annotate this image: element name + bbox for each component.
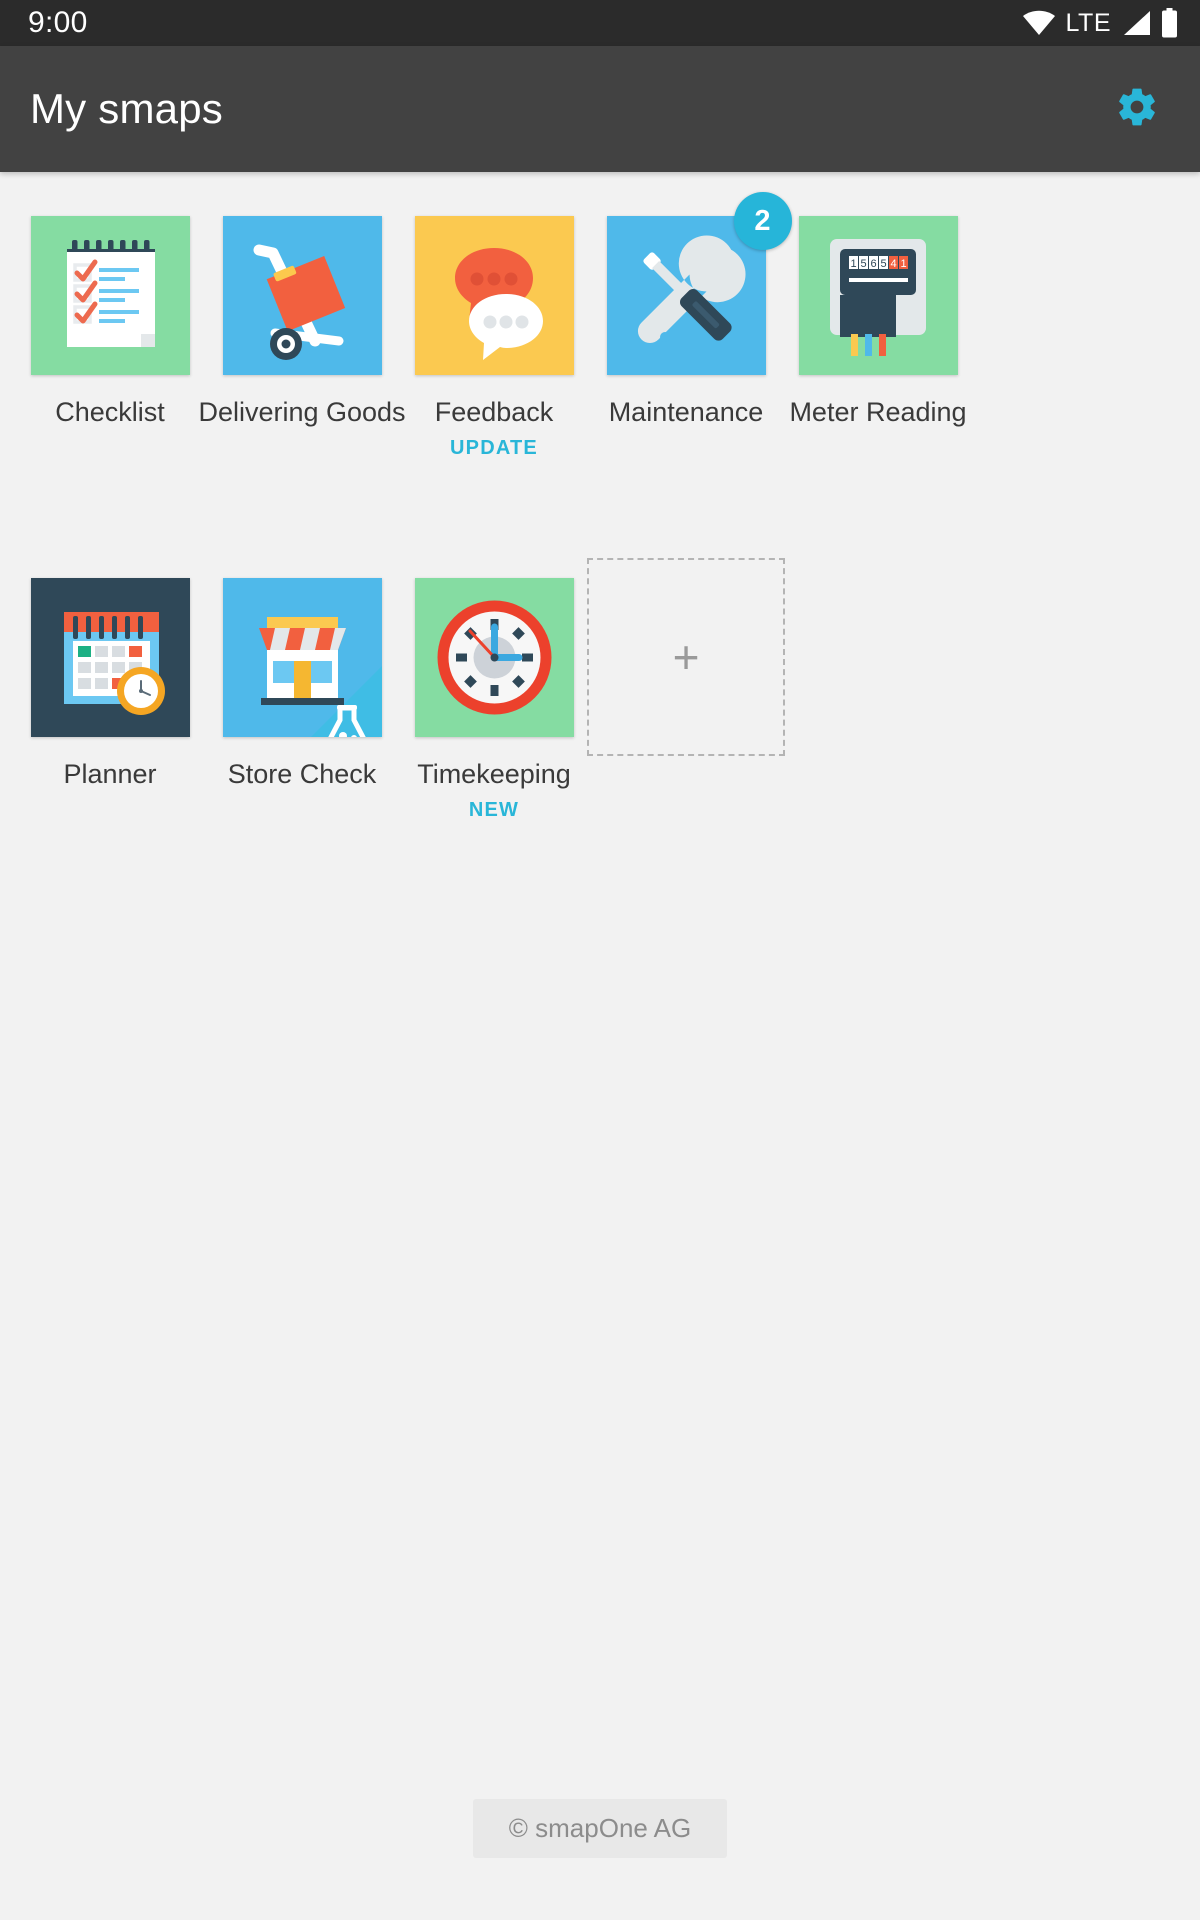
signal-icon xyxy=(1121,10,1151,36)
smap-tile-checklist[interactable]: Checklist xyxy=(14,198,206,460)
smap-tile-planner[interactable]: Planner xyxy=(14,560,206,822)
tile-label: Feedback xyxy=(434,397,554,427)
tile-label: Delivering Goods xyxy=(198,397,406,427)
tile-label: Store Check xyxy=(227,759,377,790)
smap-tile-store-check[interactable]: Store Check xyxy=(206,560,398,822)
speech-bubbles-icon xyxy=(414,216,574,375)
gear-icon xyxy=(1115,85,1159,134)
svg-text:5: 5 xyxy=(860,258,866,270)
app-bar: My smaps xyxy=(0,46,1200,172)
smap-tile-timekeeping[interactable]: Timekeeping NEW xyxy=(398,560,590,822)
tile-status-badge-update: UPDATE xyxy=(450,437,538,460)
maintenance-tile-image: 2 xyxy=(606,192,792,375)
planner-tile-image xyxy=(30,578,190,738)
storefront-flask-icon xyxy=(222,578,382,738)
wall-clock-icon xyxy=(414,578,574,738)
svg-text:4: 4 xyxy=(890,258,896,270)
svg-text:5: 5 xyxy=(880,258,886,270)
tile-label: Timekeeping xyxy=(417,759,571,790)
plus-icon: + xyxy=(672,631,700,684)
svg-text:1: 1 xyxy=(900,258,906,270)
smap-grid: Checklist Delivering Goods Feedback UPDA… xyxy=(0,172,1200,1858)
tile-label: Meter Reading xyxy=(789,397,967,427)
grid-row-1: Checklist Delivering Goods Feedback UPDA… xyxy=(0,192,1200,460)
delivering-goods-tile-image xyxy=(222,216,382,375)
store-check-tile-image xyxy=(222,578,382,738)
wifi-icon xyxy=(1022,10,1056,36)
timekeeping-tile-image xyxy=(414,578,574,738)
smap-tile-feedback[interactable]: Feedback UPDATE xyxy=(398,198,590,460)
add-smap-button[interactable]: + xyxy=(587,558,785,757)
status-bar-time: 9:00 xyxy=(28,6,88,39)
hand-truck-icon xyxy=(222,216,382,375)
meter-reading-tile-image: 1 5 6 5 4 1 xyxy=(798,216,958,375)
svg-text:1: 1 xyxy=(850,258,856,270)
checklist-notepad-icon xyxy=(30,216,190,375)
smap-tile-meter-reading[interactable]: 1 5 6 5 4 1 Meter Reading xyxy=(782,198,974,460)
network-type-label: LTE xyxy=(1065,8,1111,37)
settings-button[interactable] xyxy=(1100,72,1174,146)
smap-tile-add-placeholder[interactable]: + xyxy=(587,558,785,822)
copyright-label: © smapOne AG xyxy=(472,1799,728,1858)
tile-label: Maintenance xyxy=(608,397,764,427)
svg-text:6: 6 xyxy=(870,258,876,270)
grid-row-2: Planner Store Check Timekeeping NEW + xyxy=(0,558,1200,822)
status-bar: 9:00 LTE xyxy=(0,0,1200,46)
footer: © smapOne AG xyxy=(0,1799,1200,1858)
electric-meter-icon: 1 5 6 5 4 1 xyxy=(798,216,958,375)
status-bar-icons: LTE xyxy=(1022,8,1179,38)
tile-status-badge-new: NEW xyxy=(468,799,520,822)
feedback-tile-image xyxy=(414,216,574,375)
page-title: My smaps xyxy=(30,85,223,132)
checklist-tile-image xyxy=(30,216,190,375)
smap-tile-maintenance[interactable]: 2 Maintenance xyxy=(590,192,792,460)
battery-icon xyxy=(1161,8,1178,38)
tile-label: Planner xyxy=(63,759,157,790)
calendar-clock-icon xyxy=(30,578,190,738)
tile-label: Checklist xyxy=(55,397,165,427)
smap-tile-delivering-goods[interactable]: Delivering Goods xyxy=(198,198,406,460)
